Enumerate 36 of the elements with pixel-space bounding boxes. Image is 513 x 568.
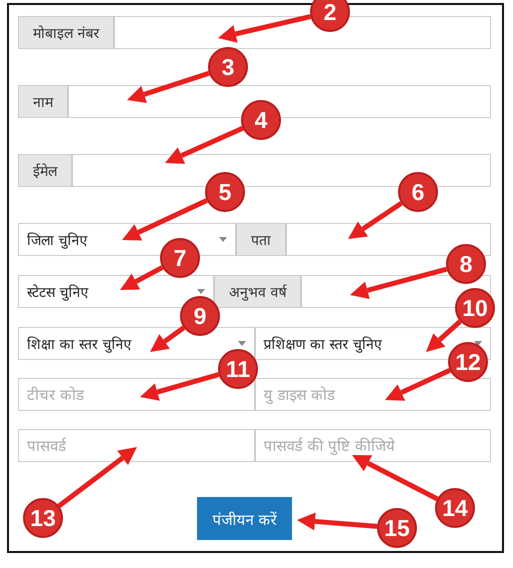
- field-label: पता: [236, 223, 286, 256]
- step-badge: 10: [455, 288, 495, 328]
- step-badge: 7: [160, 238, 200, 278]
- step-badge: 15: [377, 508, 417, 548]
- step-badge: 9: [180, 296, 220, 336]
- input-field[interactable]: टीचर कोड: [18, 378, 254, 411]
- caret-icon: [238, 341, 246, 346]
- step-badge: 5: [205, 172, 245, 212]
- step-badge: 3: [208, 47, 248, 87]
- caret-icon: [219, 237, 227, 242]
- arrow: [120, 265, 164, 290]
- step-badge: 11: [218, 349, 258, 389]
- step-badge: 14: [435, 488, 475, 528]
- register-button[interactable]: पंजीयन करें: [196, 497, 292, 540]
- dropdown[interactable]: स्टेटस चुनिए: [18, 275, 214, 308]
- arrow: [426, 320, 462, 352]
- input-field[interactable]: पासवर्ड: [18, 429, 254, 462]
- step-badge: 6: [398, 172, 438, 212]
- step-badge: 8: [446, 244, 486, 284]
- input-field[interactable]: [286, 223, 491, 256]
- field-label: नाम: [18, 85, 68, 118]
- dropdown[interactable]: शिक्षा का स्तर चुनिए: [18, 327, 254, 360]
- input-field[interactable]: पासवर्ड की पुष्टि कीजिये: [254, 429, 491, 462]
- arrow: [150, 326, 186, 352]
- field-label: ईमेल: [18, 154, 72, 187]
- step-badge: 2: [310, 0, 350, 32]
- input-field[interactable]: यु डाइस कोड: [254, 378, 491, 411]
- step-badge: 13: [23, 498, 63, 538]
- step-badge: 12: [448, 342, 488, 382]
- arrow: [348, 201, 403, 239]
- field-label: अनुभव वर्ष: [214, 275, 302, 308]
- caret-icon: [197, 289, 205, 294]
- step-badge: 4: [241, 100, 281, 140]
- arrow: [385, 368, 451, 401]
- caret-icon: [474, 341, 482, 346]
- field-label: मोबाइल नंबर: [18, 16, 114, 49]
